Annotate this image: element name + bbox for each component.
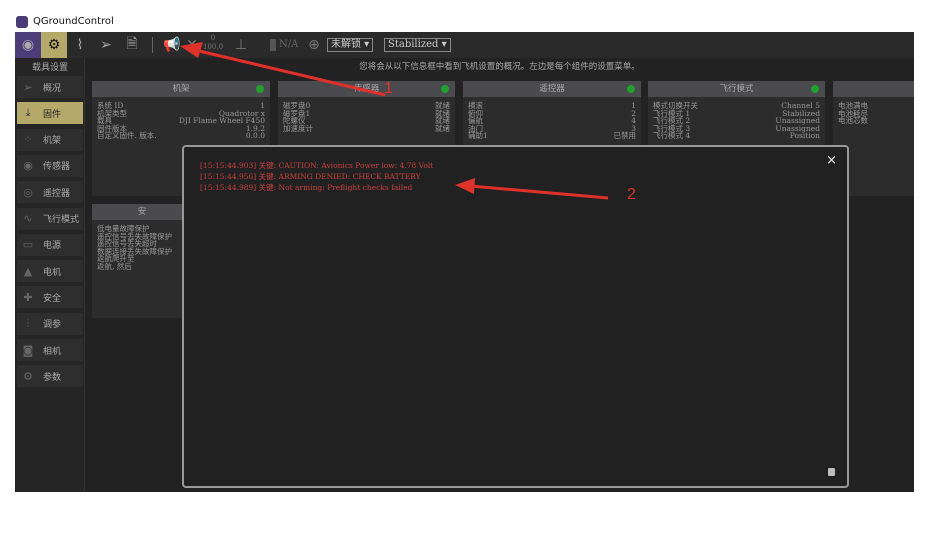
annotation-2: 2: [627, 186, 636, 203]
annotation-arrows: [180, 42, 609, 200]
arrow-1-head: [180, 42, 203, 58]
arrow-2: [469, 184, 609, 200]
annotation-1: 1: [384, 80, 393, 97]
arrow-1: [194, 48, 386, 97]
arrow-2-head: [455, 178, 475, 194]
